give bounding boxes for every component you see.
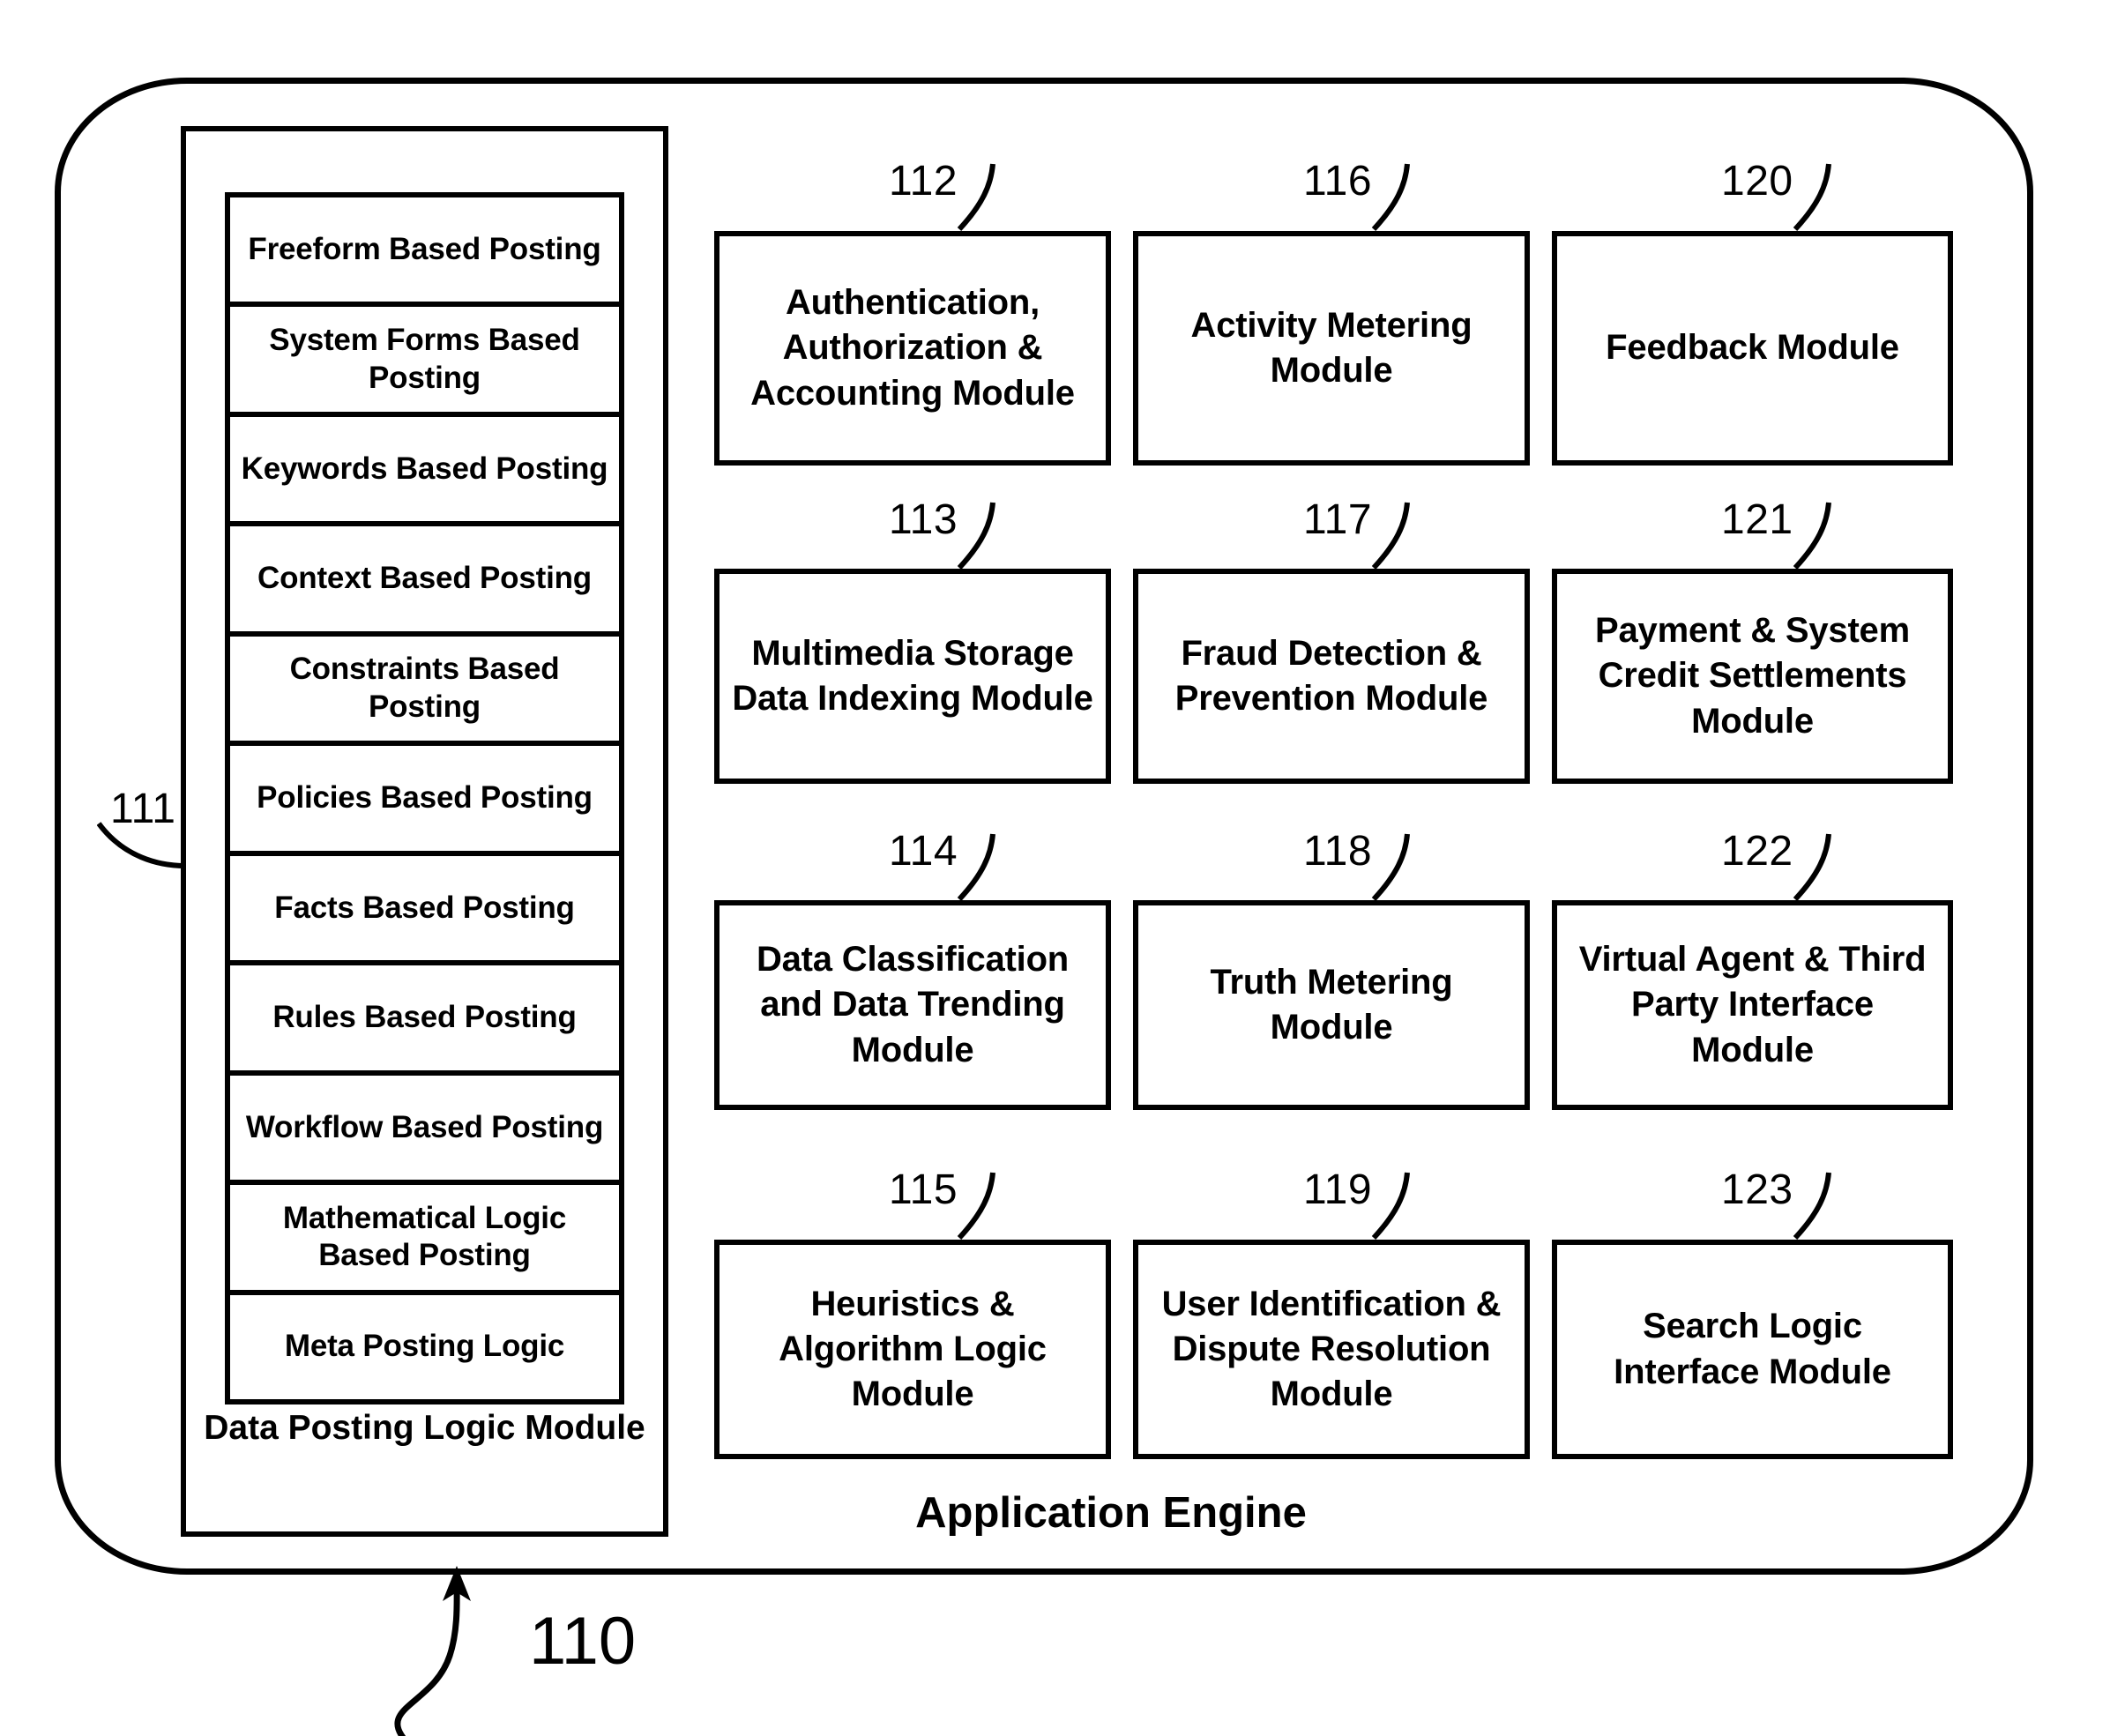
module-box-112[interactable]: Authentication, Authorization & Accounti… [714, 231, 1111, 466]
reference-numeral-121: 121 [1721, 496, 1793, 543]
list-item[interactable]: Policies Based Posting [230, 746, 619, 856]
module-box-118[interactable]: Truth Metering Module [1133, 900, 1530, 1110]
reference-numeral-113: 113 [889, 496, 958, 543]
reference-numeral-115: 115 [889, 1166, 958, 1213]
reference-numeral-116: 116 [1303, 158, 1373, 205]
module-box-119[interactable]: User Identification & Dispute Resolution… [1133, 1240, 1530, 1459]
module-box-114[interactable]: Data Classification and Data Trending Mo… [714, 900, 1111, 1110]
list-item[interactable]: Freeform Based Posting [230, 197, 619, 308]
list-item[interactable]: Workflow Based Posting [230, 1076, 619, 1186]
list-item[interactable]: System Forms Based Posting [230, 307, 619, 417]
reference-numeral-114: 114 [889, 828, 958, 875]
module-box-120[interactable]: Feedback Module [1552, 231, 1953, 466]
list-item[interactable]: Constraints Based Posting [230, 637, 619, 747]
module-box-116[interactable]: Activity Metering Module [1133, 231, 1530, 466]
list-item[interactable]: Facts Based Posting [230, 856, 619, 966]
module-box-122[interactable]: Virtual Agent & Third Party Interface Mo… [1552, 900, 1953, 1110]
list-item[interactable]: Rules Based Posting [230, 965, 619, 1076]
figure-canvas: Freeform Based Posting System Forms Base… [0, 0, 2110, 1736]
list-item[interactable]: Context Based Posting [230, 526, 619, 637]
module-box-117[interactable]: Fraud Detection & Prevention Module [1133, 569, 1530, 784]
module-box-113[interactable]: Multimedia Storage Data Indexing Module [714, 569, 1111, 784]
posting-logic-list: Freeform Based Posting System Forms Base… [225, 192, 624, 1404]
reference-numeral-112: 112 [889, 158, 958, 205]
list-item[interactable]: Meta Posting Logic [230, 1295, 619, 1399]
application-engine-label: Application Engine [915, 1489, 1307, 1537]
list-item[interactable]: Mathematical Logic Based Posting [230, 1185, 619, 1295]
leader-arrow-110-icon [394, 1566, 471, 1736]
module-box-121[interactable]: Payment & System Credit Settlements Modu… [1552, 569, 1953, 784]
reference-numeral-118: 118 [1303, 828, 1373, 875]
reference-numeral-117: 117 [1303, 496, 1373, 543]
reference-numeral-119: 119 [1303, 1166, 1373, 1213]
reference-numeral-120: 120 [1721, 158, 1793, 205]
list-item[interactable]: Keywords Based Posting [230, 417, 619, 527]
data-posting-logic-module-caption: Data Posting Logic Module [204, 1409, 645, 1447]
reference-numeral-111: 111 [110, 786, 176, 832]
module-box-123[interactable]: Search Logic Interface Module [1552, 1240, 1953, 1459]
module-box-115[interactable]: Heuristics & Algorithm Logic Module [714, 1240, 1111, 1459]
reference-numeral-110: 110 [529, 1604, 637, 1679]
reference-numeral-122: 122 [1721, 828, 1793, 875]
reference-numeral-123: 123 [1721, 1166, 1793, 1213]
